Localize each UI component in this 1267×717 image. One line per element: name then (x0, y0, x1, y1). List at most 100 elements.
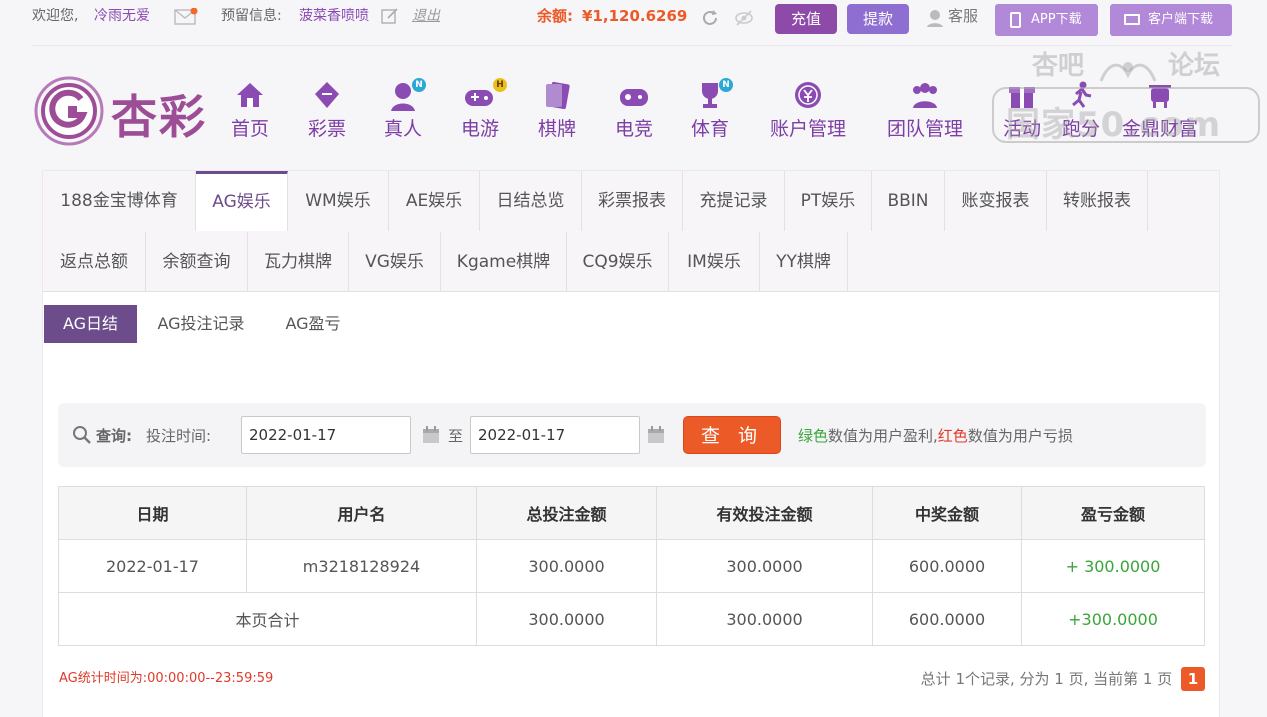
tab-im[interactable]: IM娱乐 (669, 232, 760, 292)
tab-ae[interactable]: AE娱乐 (389, 171, 480, 231)
calendar-icon[interactable] (647, 426, 665, 444)
cell-valid-bet-sum: 300.0000 (656, 592, 873, 646)
cell-win-amount-sum: 600.0000 (872, 592, 1022, 646)
customer-service-link[interactable]: 客服 (948, 6, 978, 26)
site-logo[interactable]: 杏彩 (33, 75, 213, 147)
run-icon (1060, 80, 1102, 112)
edit-icon[interactable] (381, 7, 399, 25)
reserved-label: 预留信息: (221, 8, 282, 24)
nav-sports[interactable]: N 体育 (689, 78, 733, 142)
mail-icon[interactable] (174, 7, 198, 26)
tab-daily-overview[interactable]: 日结总览 (480, 171, 582, 231)
to-label: 至 (448, 427, 464, 445)
balance-label: 余额: (537, 7, 573, 25)
tab-lottery-report[interactable]: 彩票报表 (582, 171, 683, 231)
gamepad-icon: H (459, 78, 507, 112)
search-icon (72, 425, 92, 445)
client-download-button[interactable]: 客户端下载 (1110, 4, 1232, 36)
query-label: 查询: (96, 427, 132, 445)
reserved-value: 菠菜香喷喷 (299, 8, 369, 24)
nav-team[interactable]: 团队管理 (884, 80, 966, 142)
new-badge: N (719, 78, 733, 92)
tab-transfer-report[interactable]: 转账报表 (1047, 171, 1148, 231)
tab-wm[interactable]: WM娱乐 (288, 171, 389, 231)
cell-username: m3218128924 (246, 539, 477, 593)
hint-red: 红色 (937, 427, 968, 445)
tab-balance-query[interactable]: 余额查询 (146, 232, 248, 292)
nav-run-label: 跑分 (1061, 118, 1100, 140)
nav-cards-label: 棋牌 (537, 118, 576, 140)
col-date: 日期 (58, 486, 247, 540)
gift-icon (1001, 80, 1043, 112)
app-download-button[interactable]: APP下载 (995, 4, 1098, 36)
end-date-input[interactable] (470, 416, 640, 454)
hint-mid: 数值为用户盈利, (828, 427, 938, 445)
tab-vg[interactable]: VG娱乐 (349, 232, 441, 292)
col-win-amount: 中奖金额 (872, 486, 1022, 540)
tab-rebate-total[interactable]: 返点总额 (43, 232, 146, 292)
nav-esports-label: 电竞 (614, 118, 653, 140)
nav-lottery[interactable]: 彩票 (306, 80, 348, 142)
app-download-label: APP下载 (1031, 12, 1082, 27)
nav-run[interactable]: 跑分 (1060, 80, 1102, 142)
welcome-text: 欢迎您, (32, 8, 79, 24)
nav-lottery-label: 彩票 (307, 118, 346, 140)
phone-icon (1010, 12, 1021, 28)
username-link[interactable]: 冷雨无爱 (94, 6, 150, 26)
hot-badge: H (493, 78, 507, 92)
nav-home[interactable]: 首页 (229, 80, 271, 142)
logout-link[interactable]: 退出 (412, 6, 440, 26)
page-1-button[interactable]: 1 (1181, 667, 1205, 691)
table-row: 2022-01-17 m3218128924 300.0000 300.0000… (58, 539, 1205, 593)
cards-icon (536, 80, 578, 112)
nav-home-label: 首页 (230, 118, 269, 140)
nav-wealth-label: 金鼎财富 (1121, 118, 1198, 140)
monitor-icon (1124, 14, 1140, 25)
nav-slots[interactable]: H 电游 (459, 78, 507, 142)
tab-cq9[interactable]: CQ9娱乐 (567, 232, 669, 292)
subtab-ag-bets[interactable]: AG投注记录 (145, 305, 257, 343)
customer-service-icon[interactable] (926, 8, 944, 28)
cell-total-bet-sum: 300.0000 (476, 592, 657, 646)
query-button[interactable]: 查 询 (683, 416, 781, 454)
tab-pt[interactable]: PT娱乐 (785, 171, 872, 231)
subtab-ag-daily[interactable]: AG日结 (44, 305, 137, 343)
nav-live[interactable]: N 真人 (382, 78, 426, 142)
live-dealer-icon: N (382, 78, 426, 112)
watermark-text-1: 杏吧 (1032, 51, 1085, 81)
cell-profit-loss-sum: +300.0000 (1021, 592, 1205, 646)
nav-cards[interactable]: 棋牌 (536, 80, 578, 142)
nav-wealth[interactable]: 金鼎财富 (1119, 80, 1201, 142)
tab-ag[interactable]: AG娱乐 (196, 171, 288, 231)
col-valid-bet: 有效投注金额 (656, 486, 873, 540)
tab-deposit-withdraw[interactable]: 充提记录 (683, 171, 785, 231)
pager-text: 总计 1个记录, 分为 1 页, 当前第 1 页 (920, 670, 1173, 688)
nav-esports[interactable]: 电竞 (613, 80, 655, 142)
tab-bbin[interactable]: BBIN (872, 171, 945, 231)
query-bar: 查询: 投注时间: 至 查 询 绿色数值为用户盈利,红色数值为用户亏损 (58, 403, 1206, 467)
subtab-ag-profit[interactable]: AG盈亏 (273, 305, 353, 343)
logo-emblem-icon (34, 76, 104, 146)
refresh-icon[interactable] (700, 8, 720, 28)
home-icon (229, 80, 271, 112)
tab-188bet[interactable]: 188金宝博体育 (43, 171, 196, 231)
cell-date: 2022-01-17 (58, 539, 247, 593)
recharge-button[interactable]: 充值 (775, 4, 837, 34)
start-date-input[interactable] (241, 416, 411, 454)
calendar-icon[interactable] (422, 426, 440, 444)
tab-kgame-cards[interactable]: Kgame棋牌 (441, 232, 567, 292)
withdraw-button[interactable]: 提款 (847, 4, 909, 34)
cell-total-bet: 300.0000 (476, 539, 657, 593)
tab-yy-cards[interactable]: YY棋牌 (760, 232, 848, 292)
stat-time-note: AG统计时间为:00:00:00--23:59:59 (59, 671, 274, 686)
tab-wali-cards[interactable]: 瓦力棋牌 (248, 232, 349, 292)
col-total-bet: 总投注金额 (476, 486, 657, 540)
trophy-icon: N (689, 78, 733, 112)
hide-balance-icon[interactable] (734, 8, 754, 28)
top-divider (32, 45, 1232, 46)
nav-account[interactable]: 账户管理 (767, 80, 849, 142)
cell-profit-loss: + 300.0000 (1021, 539, 1205, 593)
tab-balance-change[interactable]: 账变报表 (945, 171, 1047, 231)
table-total-row: 本页合计 300.0000 300.0000 600.0000 +300.000… (58, 592, 1205, 646)
nav-activity[interactable]: 活动 (1001, 80, 1043, 142)
